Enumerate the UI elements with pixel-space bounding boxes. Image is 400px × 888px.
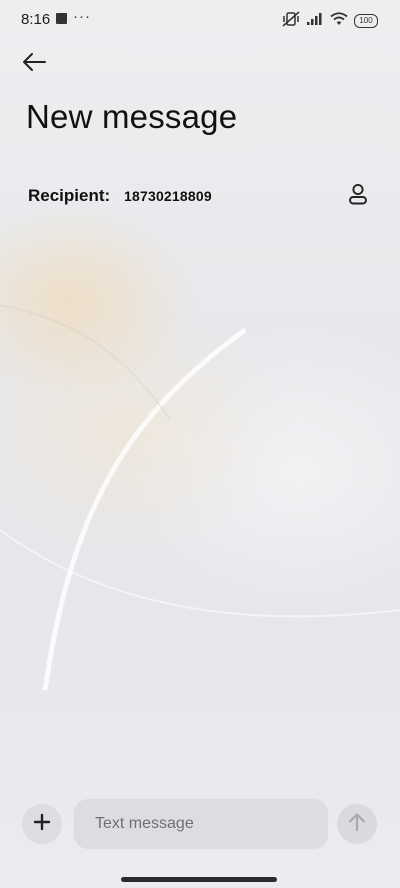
recipient-row[interactable]: Recipient: 18730218809 bbox=[28, 180, 372, 212]
contact-person-icon bbox=[348, 183, 368, 210]
contact-picker-button[interactable] bbox=[344, 182, 372, 210]
signal-icon bbox=[306, 12, 324, 30]
status-icons: 100 bbox=[282, 11, 378, 31]
message-input[interactable] bbox=[74, 799, 328, 849]
status-bar: 8:16 ··· 100 bbox=[0, 0, 400, 38]
wifi-icon bbox=[330, 12, 348, 30]
app-notification-icon bbox=[56, 13, 67, 24]
home-indicator[interactable] bbox=[121, 877, 277, 882]
arrow-left-icon bbox=[21, 52, 47, 77]
page-title: New message bbox=[26, 98, 238, 135]
status-time: 8:16 bbox=[21, 11, 51, 28]
back-button[interactable] bbox=[18, 48, 50, 80]
more-notifications-indicator: ··· bbox=[73, 8, 91, 25]
battery-icon: 100 bbox=[354, 14, 378, 28]
plus-icon bbox=[33, 813, 51, 836]
vibrate-off-icon bbox=[282, 11, 300, 31]
recipient-number[interactable]: 18730218809 bbox=[124, 188, 212, 204]
recipient-label: Recipient: bbox=[28, 186, 111, 205]
add-attachment-button[interactable] bbox=[22, 804, 62, 844]
arrow-up-icon bbox=[348, 812, 366, 837]
send-button[interactable] bbox=[337, 804, 377, 844]
